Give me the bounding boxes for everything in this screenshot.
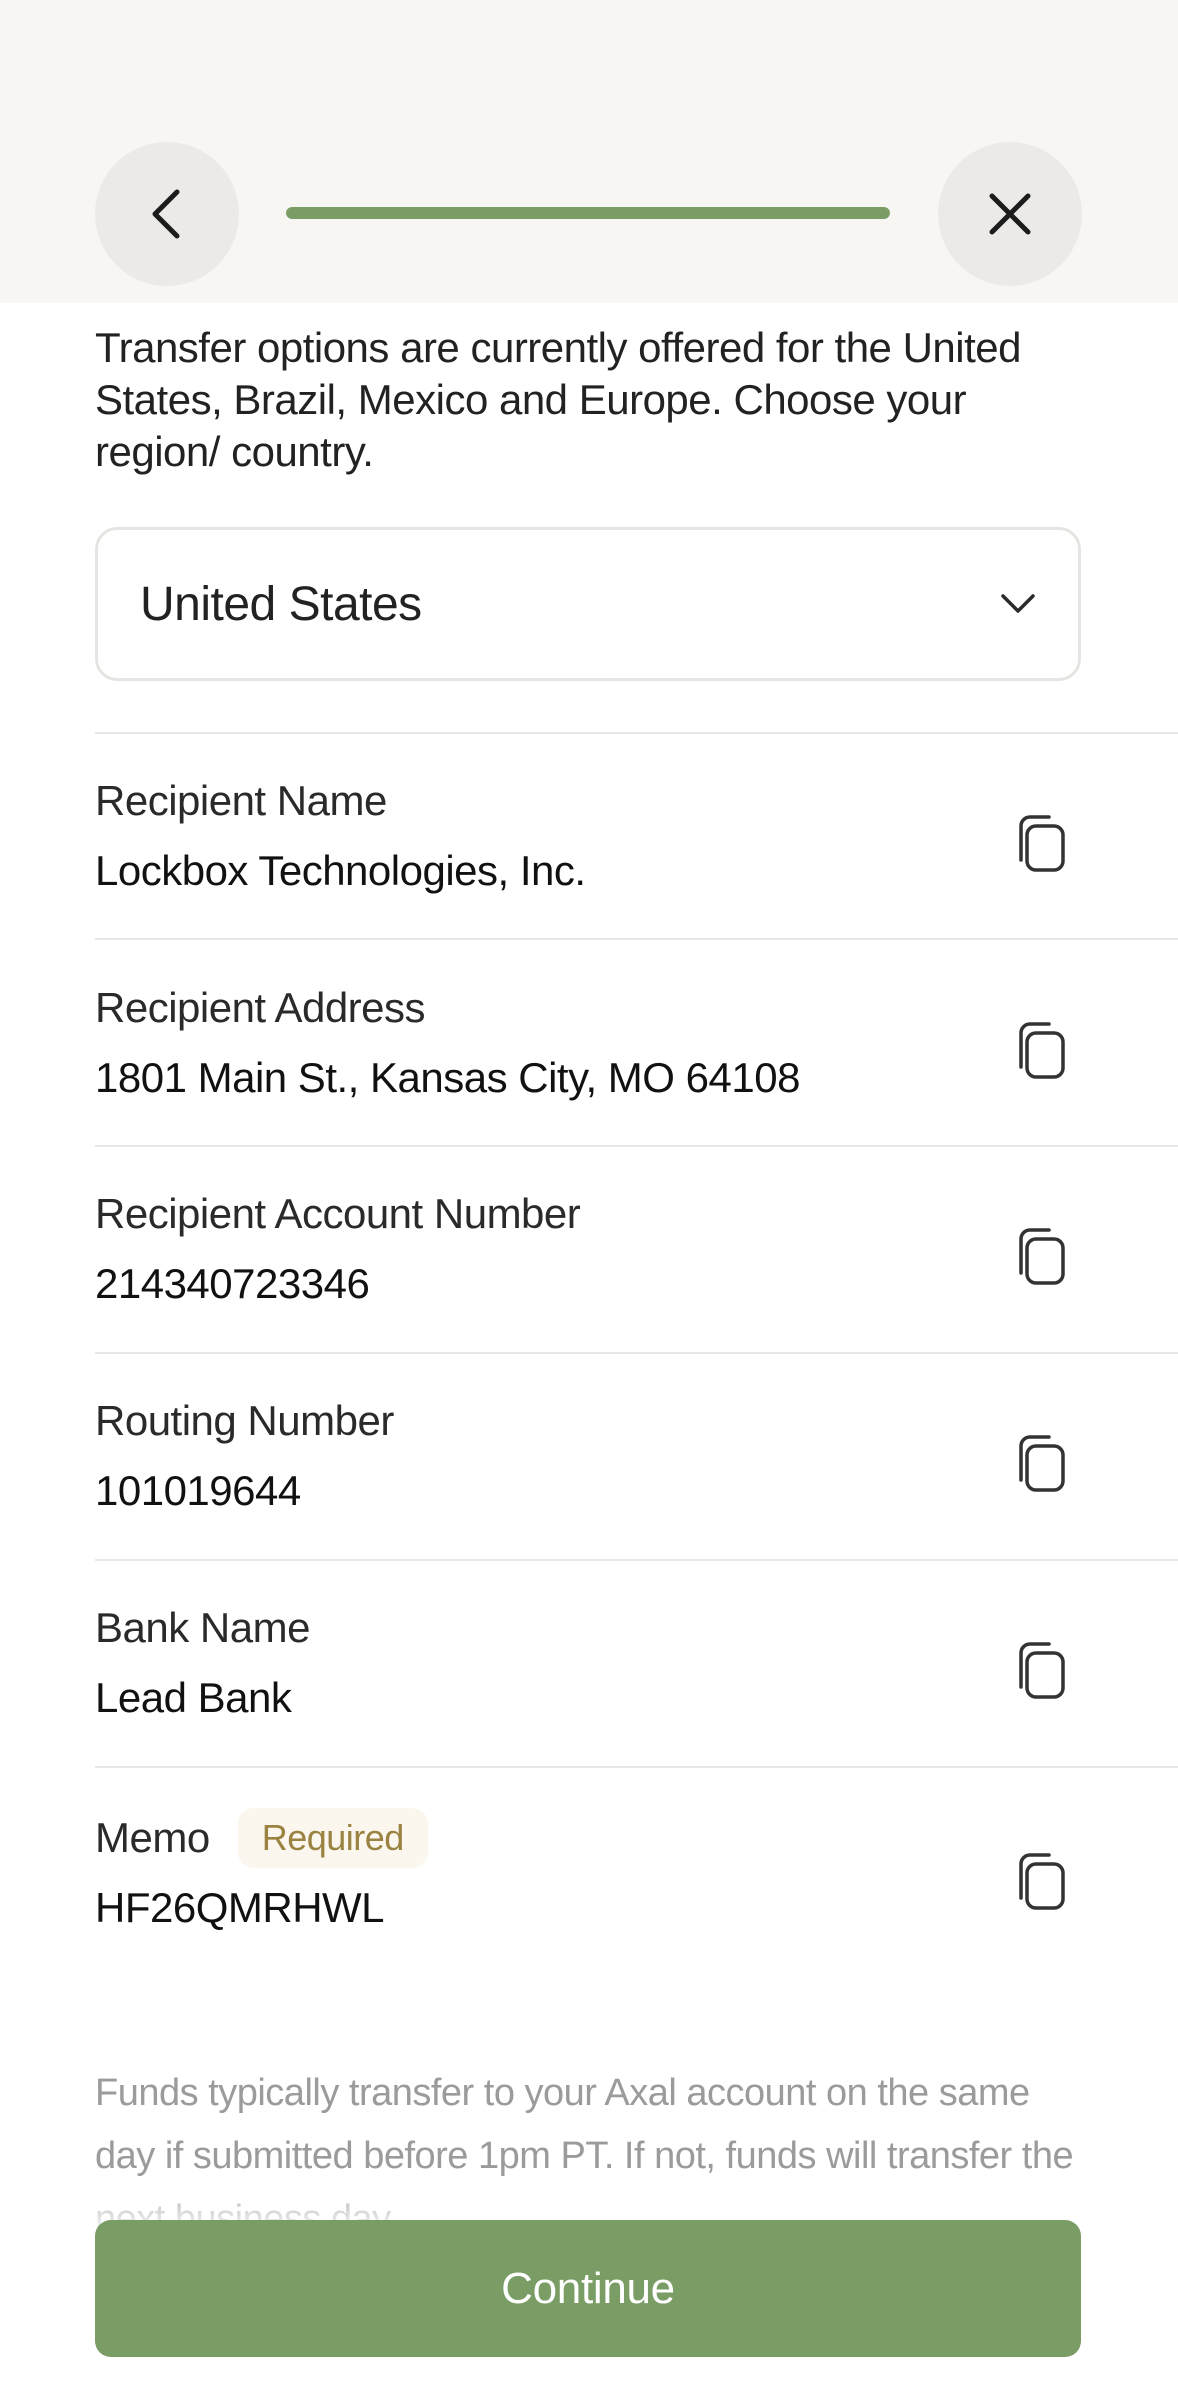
detail-label: Recipient Name (95, 777, 387, 824)
detail-value: HF26QMRHWL (95, 1884, 385, 1931)
detail-label: Recipient Account Number (95, 1190, 581, 1237)
continue-button[interactable]: Continue (95, 2220, 1081, 2357)
detail-row-recipient-name: Recipient Name Lockbox Technologies, Inc… (95, 775, 1085, 897)
detail-label: Recipient Address (95, 984, 426, 1031)
divider (95, 732, 1178, 734)
copy-icon (1019, 1228, 1065, 1285)
memo-label-row: Memo Required (95, 1808, 1085, 1868)
copy-button[interactable] (997, 1627, 1085, 1715)
detail-row-memo: Memo Required HF26QMRHWL (95, 1808, 1085, 1934)
copy-button[interactable] (997, 1213, 1085, 1301)
top-bar (0, 0, 1178, 303)
divider (95, 1766, 1178, 1768)
chevron-left-icon (152, 189, 180, 239)
detail-row-bank-name: Bank Name Lead Bank (95, 1602, 1085, 1724)
detail-row-account-number: Recipient Account Number 214340723346 (95, 1188, 1085, 1310)
close-button[interactable] (938, 142, 1082, 286)
detail-label: Memo (95, 1814, 210, 1861)
copy-button[interactable] (997, 800, 1085, 888)
detail-value: 101019644 (95, 1467, 301, 1514)
detail-label: Routing Number (95, 1397, 394, 1444)
copy-icon (1019, 815, 1065, 872)
detail-value: Lockbox Technologies, Inc. (95, 847, 586, 894)
back-button[interactable] (95, 142, 239, 286)
copy-button[interactable] (997, 1420, 1085, 1508)
region-select[interactable]: United States (95, 527, 1081, 681)
region-select-value: United States (140, 577, 422, 631)
close-icon (989, 193, 1031, 235)
detail-row-recipient-address: Recipient Address 1801 Main St., Kansas … (95, 982, 1085, 1104)
progress-fill (286, 207, 890, 219)
detail-value: 1801 Main St., Kansas City, MO 64108 (95, 1054, 800, 1101)
copy-icon (1019, 1435, 1065, 1492)
divider (95, 938, 1178, 940)
required-badge: Required (237, 1808, 428, 1868)
intro-text: Transfer options are currently offered f… (95, 324, 1022, 475)
progress-bar (286, 207, 890, 219)
detail-value: 214340723346 (95, 1260, 370, 1307)
copy-button[interactable] (997, 1838, 1085, 1926)
copy-icon (1019, 1853, 1065, 1910)
divider (95, 1352, 1178, 1354)
copy-icon (1019, 1022, 1065, 1079)
copy-button[interactable] (997, 1007, 1085, 1095)
detail-row-routing-number: Routing Number 101019644 (95, 1395, 1085, 1517)
detail-value: Lead Bank (95, 1674, 292, 1721)
copy-icon (1019, 1642, 1065, 1699)
divider (95, 1145, 1178, 1147)
chevron-down-icon (1001, 594, 1035, 613)
divider (95, 1559, 1178, 1561)
detail-label: Bank Name (95, 1604, 310, 1651)
